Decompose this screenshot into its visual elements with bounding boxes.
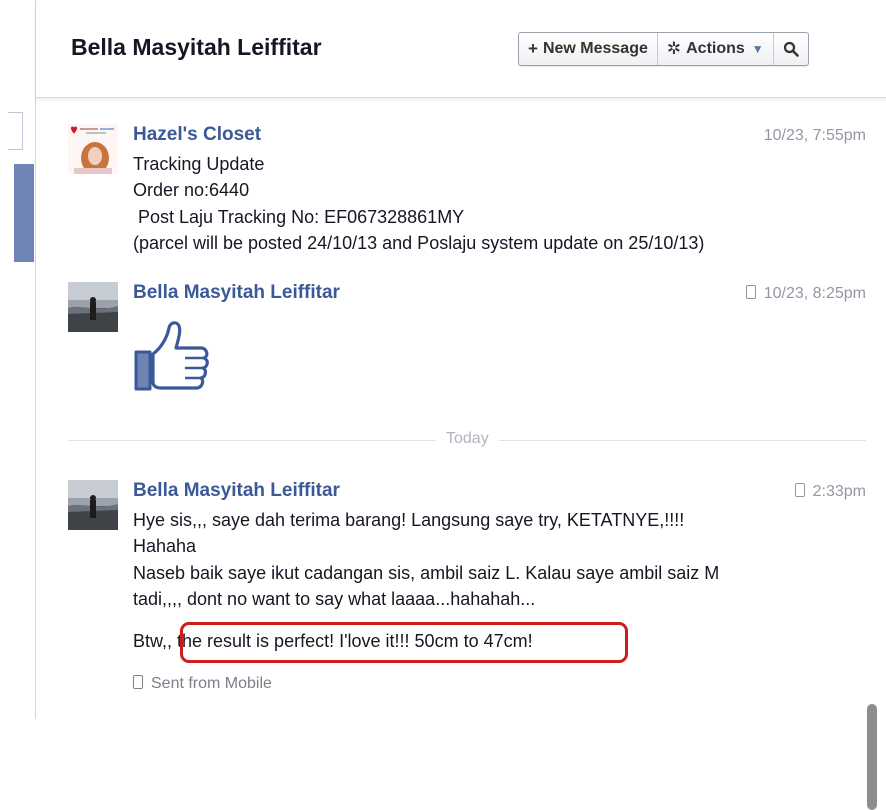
plus-icon: + bbox=[528, 39, 538, 58]
actions-button[interactable]: ✲ Actions ▼ bbox=[658, 33, 774, 65]
sender-name[interactable]: Hazel's Closet bbox=[133, 124, 261, 146]
chevron-down-icon: ▼ bbox=[751, 42, 764, 56]
mobile-phone-icon bbox=[133, 675, 143, 689]
search-button[interactable] bbox=[774, 33, 808, 65]
message-text: (parcel will be posted 24/10/13 and Posl… bbox=[133, 233, 705, 253]
highlight-annotation bbox=[180, 622, 628, 663]
sender-name[interactable]: Bella Masyitah Leiffitar bbox=[133, 282, 340, 304]
sent-from-mobile-note: Sent from Mobile bbox=[133, 675, 272, 693]
message-timestamp: 10/23, 7:55pm bbox=[763, 127, 866, 144]
message-text: Hye sis,,, saye dah terima barang! Langs… bbox=[133, 510, 685, 530]
conversation-header: Bella Masyitah Leiffitar + New Message ✲… bbox=[36, 0, 886, 98]
left-search-input-edge[interactable] bbox=[8, 112, 23, 150]
scrollbar-thumb[interactable] bbox=[867, 704, 877, 810]
conversation-panel: Bella Masyitah Leiffitar + New Message ✲… bbox=[35, 0, 886, 810]
avatar[interactable] bbox=[68, 282, 118, 332]
date-divider-label: Today bbox=[436, 430, 499, 448]
message-text: Order no:6440 bbox=[133, 180, 250, 200]
avatar[interactable] bbox=[68, 480, 118, 530]
message-list: Hazel's Closet 10/23, 7:55pm Tracking Up… bbox=[36, 98, 886, 810]
left-page-edge bbox=[0, 0, 36, 719]
mobile-phone-icon bbox=[794, 483, 805, 497]
thumbs-up-sticker bbox=[133, 318, 213, 397]
mobile-phone-icon bbox=[745, 285, 756, 299]
message-text: tadi,,,, dont no want to say what laaaa.… bbox=[133, 589, 536, 609]
actions-label: Actions bbox=[686, 40, 745, 57]
avatar[interactable] bbox=[68, 124, 118, 174]
message-timestamp: 2:33pm bbox=[794, 483, 866, 501]
message-text: Naseb baik saye ikut cadangan sis, ambil… bbox=[133, 563, 720, 583]
sender-name[interactable]: Bella Masyitah Leiffitar bbox=[133, 480, 340, 502]
new-message-label: New Message bbox=[542, 40, 648, 57]
conversation-title: Bella Masyitah Leiffitar bbox=[71, 34, 322, 60]
search-icon bbox=[783, 41, 799, 57]
header-toolbar: + New Message ✲ Actions ▼ bbox=[518, 32, 809, 66]
message-timestamp: 10/23, 8:25pm bbox=[745, 285, 866, 303]
message-text: Post Laju Tracking No: EF067328861MY bbox=[133, 207, 465, 227]
left-selected-item-edge[interactable] bbox=[14, 164, 34, 262]
message-text: Tracking Update bbox=[133, 154, 265, 174]
message-text: Hahaha bbox=[133, 536, 197, 556]
gear-icon: ✲ bbox=[666, 39, 682, 58]
new-message-button[interactable]: + New Message bbox=[519, 33, 658, 65]
